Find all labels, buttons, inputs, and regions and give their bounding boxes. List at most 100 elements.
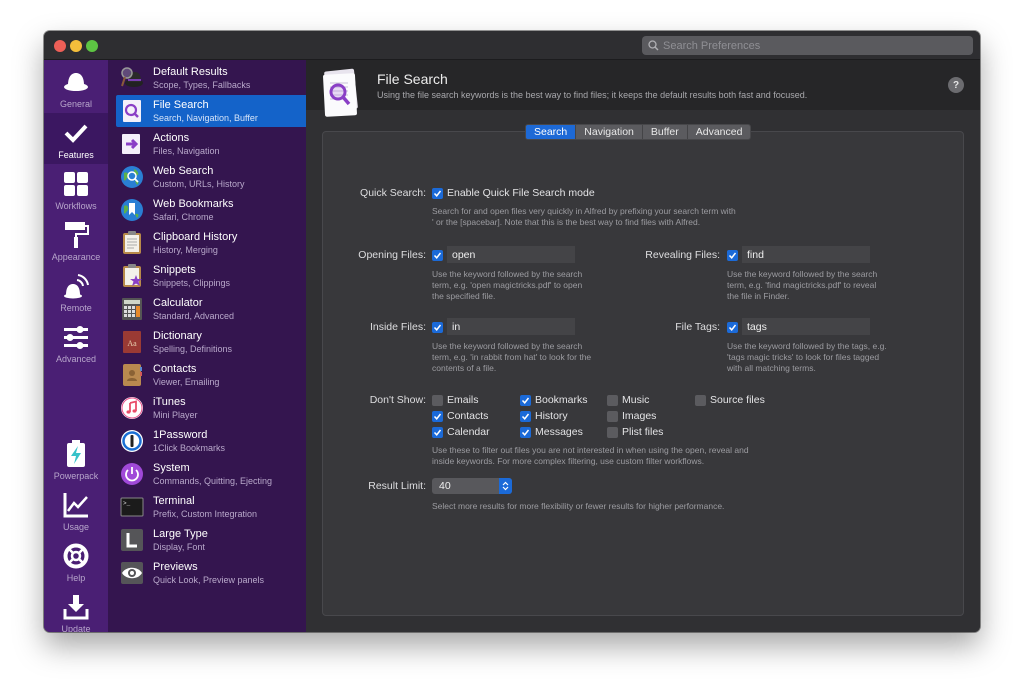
dont-show-source-files-checkbox[interactable] — [695, 395, 706, 406]
quick-search-checkbox[interactable] — [432, 188, 443, 199]
checkmark-icon — [62, 119, 90, 147]
remote-icon — [62, 272, 90, 300]
rail-item-update[interactable]: Update — [44, 587, 108, 632]
opening-files-checkbox[interactable] — [432, 250, 443, 261]
feature-item-previews[interactable]: Previews Quick Look, Preview panels — [116, 557, 306, 589]
checkmark-icon — [521, 413, 530, 420]
tab-advanced[interactable]: Advanced — [688, 125, 751, 139]
quick-search-option[interactable]: Enable Quick File Search mode — [447, 187, 595, 199]
dont-show-emails-label[interactable]: Emails — [447, 394, 479, 406]
revealing-files-label: Revealing Files: — [645, 249, 720, 261]
rail-item-remote[interactable]: Remote — [44, 266, 108, 317]
inside-files-keyword-input[interactable] — [447, 318, 575, 335]
dont-show-history-label[interactable]: History — [535, 410, 568, 422]
feature-item-terminal[interactable]: >_ Terminal Prefix, Custom Integration — [116, 491, 306, 523]
file-tags-keyword-input[interactable] — [742, 318, 870, 335]
dont-show-images-checkbox[interactable] — [607, 411, 618, 422]
search-preferences-field[interactable] — [642, 36, 973, 55]
page-description: Using the file search keywords is the be… — [377, 90, 808, 100]
feature-item-large-type[interactable]: Large Type Display, Font — [116, 524, 306, 556]
feature-item-default-results[interactable]: Default Results Scope, Types, Fallbacks — [116, 62, 306, 94]
close-window-button[interactable] — [54, 40, 66, 52]
zoom-window-button[interactable] — [86, 40, 98, 52]
rail-item-powerpack[interactable]: Powerpack — [44, 434, 108, 485]
help-button[interactable]: ? — [948, 77, 964, 93]
calculator-icon — [120, 297, 144, 321]
quick-search-label: Quick Search: — [360, 187, 426, 199]
dont-show-bookmarks-label[interactable]: Bookmarks — [535, 394, 588, 406]
feature-item-clipboard-history[interactable]: Clipboard History History, Merging — [116, 227, 306, 259]
result-limit-select[interactable]: 40 — [432, 478, 512, 494]
checkmark-icon — [433, 324, 442, 331]
dont-show-music-checkbox[interactable] — [607, 395, 618, 406]
dont-show-emails-checkbox[interactable] — [432, 395, 443, 406]
contacts-icon — [120, 363, 144, 387]
dont-show-history-checkbox[interactable] — [520, 411, 531, 422]
feature-subtitle: Mini Player — [153, 409, 198, 420]
dont-show-source-files-label[interactable]: Source files — [710, 394, 765, 406]
feature-subtitle: Scope, Types, Fallbacks — [153, 79, 251, 90]
feature-item-1password[interactable]: 1Password 1Click Bookmarks — [116, 425, 306, 457]
rail-item-general[interactable]: General — [44, 62, 108, 113]
checkmark-icon — [728, 324, 737, 331]
feature-item-calculator[interactable]: Calculator Standard, Advanced — [116, 293, 306, 325]
settings-panel — [322, 131, 964, 616]
feature-title: Actions — [153, 131, 190, 144]
power-icon — [120, 462, 144, 486]
revealing-files-checkbox[interactable] — [727, 250, 738, 261]
feature-item-snippets[interactable]: Snippets Snippets, Clippings — [116, 260, 306, 292]
minimize-window-button[interactable] — [70, 40, 82, 52]
feature-subtitle: History, Merging — [153, 244, 218, 255]
feature-title: System — [153, 461, 190, 474]
opening-files-keyword-input[interactable] — [447, 246, 575, 263]
tab-navigation[interactable]: Navigation — [576, 125, 643, 139]
file-tags-description-2: 'tags magic tricks' to look for files ta… — [727, 352, 880, 362]
dont-show-messages-checkbox[interactable] — [520, 427, 531, 438]
feature-item-web-search[interactable]: Web Search Custom, URLs, History — [116, 161, 306, 193]
revealing-files-description-1: Use the keyword followed by the search — [727, 269, 878, 279]
dont-show-plist-files-label[interactable]: Plist files — [622, 426, 663, 438]
opening-files-description-1: Use the keyword followed by the search — [432, 269, 583, 279]
feature-title: Contacts — [153, 362, 197, 375]
music-note-icon — [120, 396, 144, 420]
tab-search[interactable]: Search — [526, 125, 577, 139]
onepassword-icon — [120, 429, 144, 453]
feature-title: Default Results — [153, 65, 228, 78]
rail-item-usage[interactable]: Usage — [44, 485, 108, 536]
rail-item-advanced[interactable]: Advanced — [44, 317, 108, 368]
feature-title: 1Password — [153, 428, 208, 441]
dont-show-messages-label[interactable]: Messages — [535, 426, 583, 438]
feature-subtitle: Commands, Quitting, Ejecting — [153, 475, 273, 486]
feature-item-web-bookmarks[interactable]: Web Bookmarks Safari, Chrome — [116, 194, 306, 226]
dont-show-description-2: inside keywords. For more complex filter… — [432, 456, 705, 466]
search-preferences-input[interactable] — [663, 39, 963, 52]
file-tags-checkbox[interactable] — [727, 322, 738, 333]
tab-buffer[interactable]: Buffer — [643, 125, 688, 139]
feature-item-contacts[interactable]: Contacts Viewer, Emailing — [116, 359, 306, 391]
dont-show-calendar-label[interactable]: Calendar — [447, 426, 490, 438]
feature-item-dictionary[interactable]: Aa Dictionary Spelling, Definitions — [116, 326, 306, 358]
rail-item-label: Appearance — [51, 252, 101, 262]
rail-item-workflows[interactable]: Workflows — [44, 164, 108, 215]
feature-title: Snippets — [153, 263, 196, 276]
rail-item-features[interactable]: Features — [44, 113, 108, 164]
rail-item-help[interactable]: Help — [44, 536, 108, 587]
inside-files-description-3: contents of a file. — [432, 363, 497, 373]
globe-search-icon — [120, 165, 144, 189]
feature-item-file-search[interactable]: File Search Search, Navigation, Buffer — [116, 95, 306, 127]
dont-show-images-label[interactable]: Images — [622, 410, 656, 422]
revealing-files-keyword-input[interactable] — [742, 246, 870, 263]
rail-item-appearance[interactable]: Appearance — [44, 215, 108, 266]
dont-show-contacts-label[interactable]: Contacts — [447, 410, 488, 422]
feature-item-actions[interactable]: Actions Files, Navigation — [116, 128, 306, 160]
dont-show-music-label[interactable]: Music — [622, 394, 649, 406]
feature-item-system[interactable]: System Commands, Quitting, Ejecting — [116, 458, 306, 490]
dont-show-calendar-checkbox[interactable] — [432, 427, 443, 438]
dont-show-bookmarks-checkbox[interactable] — [520, 395, 531, 406]
dont-show-contacts-checkbox[interactable] — [432, 411, 443, 422]
checkmark-icon — [433, 190, 442, 197]
feature-item-itunes[interactable]: iTunes Mini Player — [116, 392, 306, 424]
inside-files-checkbox[interactable] — [432, 322, 443, 333]
quick-search-description-1: Search for and open files very quickly i… — [432, 206, 736, 216]
dont-show-plist-files-checkbox[interactable] — [607, 427, 618, 438]
